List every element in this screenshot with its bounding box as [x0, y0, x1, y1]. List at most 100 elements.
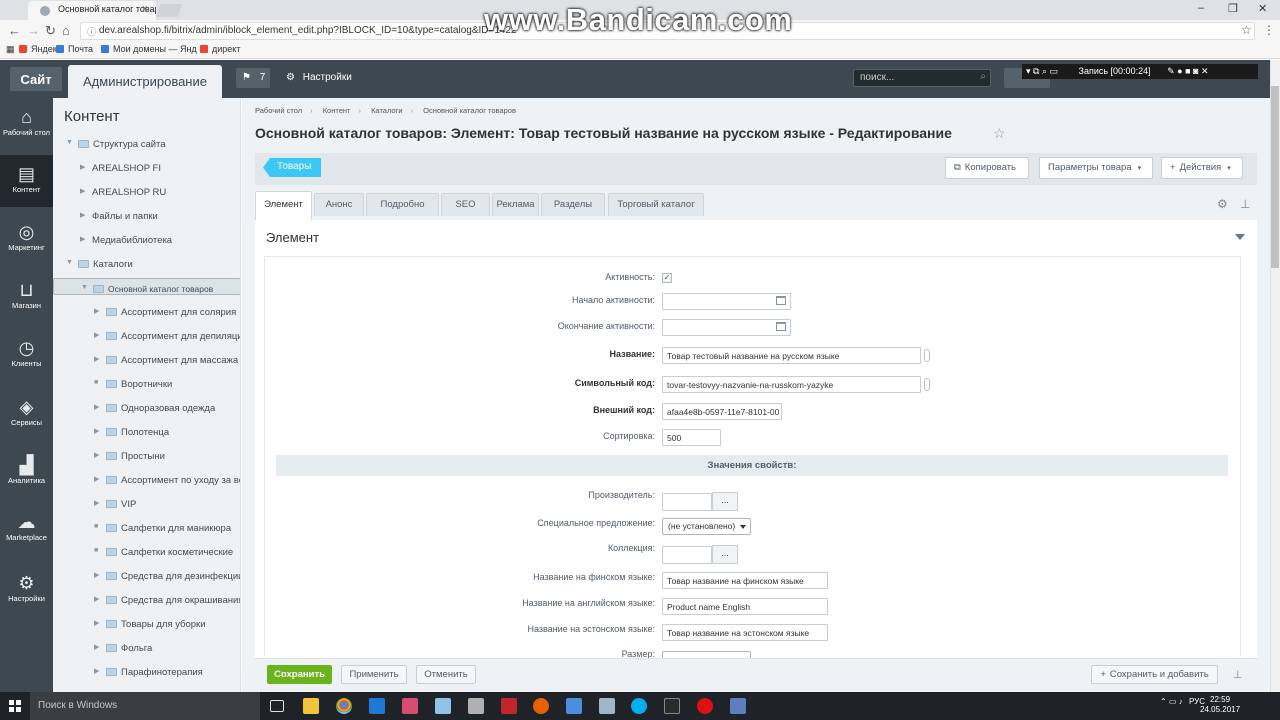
settings-button[interactable]: ⚙ Настройки: [286, 72, 352, 83]
collapsed-arrow-icon[interactable]: ▶: [94, 403, 99, 411]
scrollbar-thumb[interactable]: [1271, 86, 1279, 268]
tree-item[interactable]: ▶ Полотенца: [53, 422, 240, 444]
minimize-icon[interactable]: –: [1198, 2, 1204, 14]
collapsed-arrow-icon[interactable]: ▶: [94, 571, 99, 579]
collapsed-arrow-icon[interactable]: ▶: [94, 475, 99, 483]
bookmark-star-icon[interactable]: ☆: [1241, 23, 1252, 37]
tree-item[interactable]: ▼ Каталоги: [53, 254, 240, 276]
new-tab-button[interactable]: [155, 4, 183, 17]
start-button[interactable]: [0, 692, 30, 720]
tab-7[interactable]: Торговый каталог: [608, 193, 704, 216]
tree-item[interactable]: ▶ Простыни: [53, 446, 240, 468]
name-input[interactable]: Товар тестовый название на русском языке: [662, 347, 921, 364]
active-checkbox[interactable]: ✓: [662, 273, 672, 283]
chrome-icon[interactable]: [336, 698, 352, 714]
breadcrumb-item[interactable]: Контент: [323, 106, 351, 115]
collapsed-arrow-icon[interactable]: ▶: [94, 643, 99, 651]
pin-icon[interactable]: ⊥: [1240, 197, 1250, 211]
task-view-icon[interactable]: [270, 700, 284, 712]
windows-search-input[interactable]: Поиск в Windows: [30, 692, 260, 720]
filezilla-icon[interactable]: [501, 698, 517, 714]
left-menu-item[interactable]: ⚙ Настройки: [0, 564, 53, 616]
app-icon[interactable]: [402, 698, 418, 714]
left-menu-item[interactable]: ⊔ Магазин: [0, 271, 53, 323]
save-button[interactable]: Сохранить: [267, 665, 332, 684]
collection-input[interactable]: [662, 546, 712, 564]
clock[interactable]: 22:59 24.05.2017: [1200, 695, 1240, 715]
bandicam-icon[interactable]: [697, 698, 713, 714]
left-menu-item[interactable]: ⌂ Рабочий стол: [0, 98, 53, 150]
breadcrumb-item[interactable]: Рабочий стол: [255, 106, 302, 115]
tree-item[interactable]: ▶ Ассортимент для депиляции: [53, 326, 240, 348]
expanded-arrow-icon[interactable]: ▼: [66, 139, 73, 146]
manufacturer-browse-button[interactable]: ...: [712, 492, 738, 511]
home-button-icon[interactable]: ⌂: [62, 23, 70, 38]
breadcrumb-item[interactable]: Каталоги: [371, 106, 402, 115]
collapsed-arrow-icon[interactable]: ▶: [94, 595, 99, 603]
collapsed-arrow-icon[interactable]: ▶: [94, 619, 99, 627]
tree-item[interactable]: ▶ Ассортимент по уходу за вол: [53, 470, 240, 492]
left-menu-item[interactable]: ◈ Сервисы: [0, 388, 53, 440]
name-fi-input[interactable]: Товар название на финском языке: [662, 572, 828, 589]
tab-4[interactable]: SEO: [441, 193, 490, 216]
left-menu-item[interactable]: ▤ Контент: [0, 155, 53, 207]
left-menu-item[interactable]: ◎ Маркетинг: [0, 213, 53, 265]
tree-item[interactable]: ▶ Ассортимент для массажа: [53, 350, 240, 372]
app-icon[interactable]: [566, 698, 582, 714]
bullet-icon[interactable]: ■: [94, 523, 98, 530]
actions-button[interactable]: + Действия ▾: [1161, 157, 1243, 179]
reload-icon[interactable]: ↻: [45, 23, 56, 39]
bullet-icon[interactable]: ■: [94, 547, 98, 554]
left-menu-item[interactable]: ▟ Аналитика: [0, 446, 53, 498]
sort-input[interactable]: 500: [662, 429, 721, 446]
edge-icon[interactable]: [369, 698, 385, 714]
notifications-button[interactable]: ⚑ 7: [236, 68, 270, 88]
bookmark-direct[interactable]: директ: [200, 44, 240, 54]
site-button[interactable]: Сайт: [10, 67, 62, 91]
translit-icon[interactable]: [924, 378, 930, 391]
tree-item[interactable]: ■ Салфетки косметические: [53, 542, 240, 564]
calendar-icon[interactable]: [776, 322, 786, 331]
name-en-input[interactable]: Product name English: [662, 598, 828, 615]
close-tab-icon[interactable]: ×: [142, 3, 148, 15]
collapsed-arrow-icon[interactable]: ▶: [94, 355, 99, 363]
collapse-arrow-icon[interactable]: [1235, 234, 1245, 240]
tab-settings-gear-icon[interactable]: ⚙: [1217, 197, 1228, 211]
forward-icon[interactable]: →: [27, 23, 40, 38]
translit-icon[interactable]: [924, 349, 930, 362]
collapsed-arrow-icon[interactable]: ▶: [94, 331, 99, 339]
apps-icon[interactable]: ▦: [6, 44, 15, 55]
left-menu-item[interactable]: ◷ Клиенты: [0, 329, 53, 381]
collapsed-arrow-icon[interactable]: ▶: [80, 187, 85, 195]
tree-item[interactable]: ▶ Фольга: [53, 638, 240, 660]
manufacturer-input[interactable]: [662, 493, 712, 511]
tree-item[interactable]: ▶ Товары для уборки: [53, 614, 240, 636]
tree-item[interactable]: ▼ Основной каталог товаров: [53, 278, 240, 295]
tree-item[interactable]: ▶ VIP: [53, 494, 240, 516]
app-icon[interactable]: [730, 698, 746, 714]
pin-icon[interactable]: ⊥: [1233, 668, 1243, 681]
tab-5[interactable]: Реклама: [492, 193, 539, 216]
browser-menu-icon[interactable]: ⋮: [1263, 23, 1275, 37]
collapsed-arrow-icon[interactable]: ▶: [94, 307, 99, 315]
explorer-icon[interactable]: [303, 698, 319, 714]
expanded-arrow-icon[interactable]: ▼: [66, 259, 73, 266]
collection-browse-button[interactable]: ...: [712, 545, 738, 564]
favorite-star-icon[interactable]: ☆: [993, 125, 1006, 142]
tree-item[interactable]: ▶ AREALSHOP FI: [53, 158, 240, 180]
save-and-add-button[interactable]: + Сохранить и добавить: [1091, 665, 1218, 684]
bookmark-yandex[interactable]: Яндекс: [19, 44, 61, 54]
terminal-icon[interactable]: [664, 698, 680, 714]
tree-item[interactable]: ▶ Средства для дезинфекции: [53, 566, 240, 588]
app-icon[interactable]: [468, 698, 484, 714]
search-icon[interactable]: ⌕: [980, 71, 986, 82]
tree-item[interactable]: ▶ Файлы и папки: [53, 206, 240, 228]
back-icon[interactable]: ←: [8, 23, 21, 38]
app-icon[interactable]: [435, 698, 451, 714]
tab-2[interactable]: Анонс: [314, 193, 364, 216]
bookmark-mail[interactable]: Почта: [56, 44, 93, 54]
cancel-button[interactable]: Отменить: [416, 665, 476, 684]
special-offer-select[interactable]: (не установлено): [662, 518, 751, 535]
collapsed-arrow-icon[interactable]: ▶: [94, 451, 99, 459]
maximize-icon[interactable]: ❐: [1228, 2, 1238, 15]
